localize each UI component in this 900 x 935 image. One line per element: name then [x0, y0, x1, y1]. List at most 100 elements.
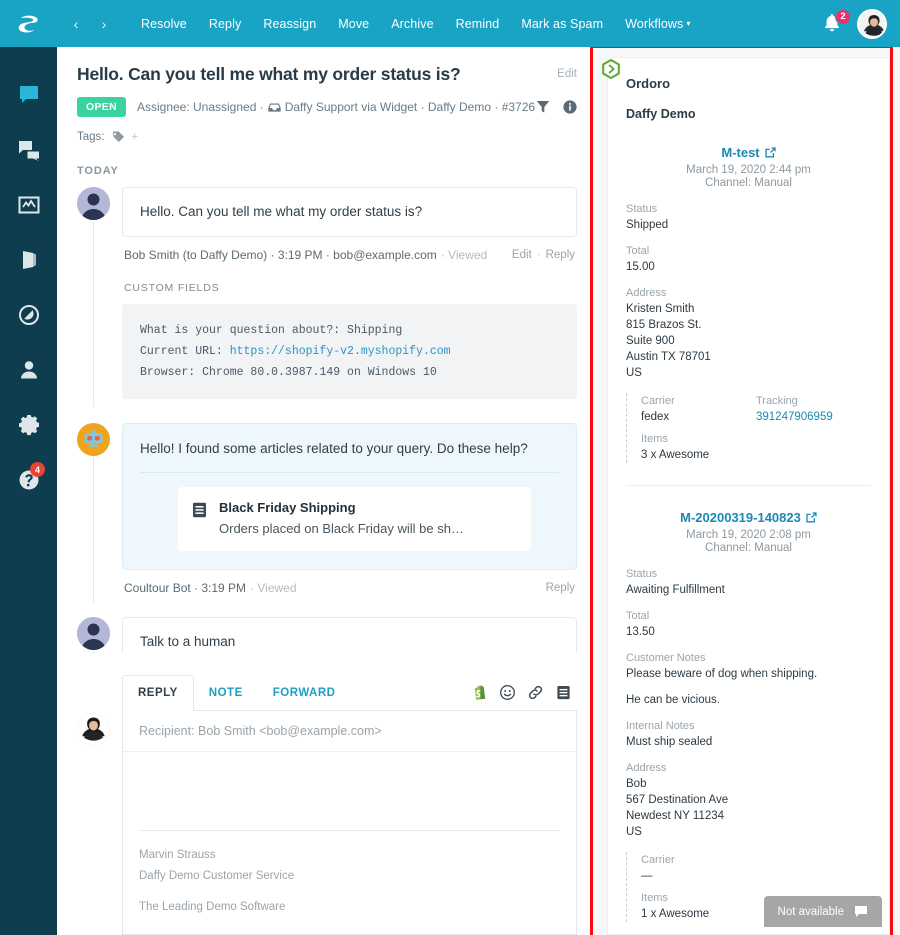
message-rail [77, 423, 111, 603]
edit-message-link[interactable]: Edit [512, 249, 532, 261]
remind-button[interactable]: Remind [446, 11, 510, 37]
sidebar-item-conversations[interactable] [0, 122, 57, 177]
inbox-icon [268, 102, 281, 112]
customer-avatar[interactable] [77, 187, 110, 220]
sidebar-item-beacon[interactable] [0, 287, 57, 342]
chat-widget-button[interactable]: Not available [763, 896, 882, 927]
order-id-link[interactable]: M-20200319-140823 [626, 510, 871, 525]
order-id-link[interactable]: M-test [626, 145, 871, 160]
link-icon[interactable] [528, 685, 543, 700]
reply-button[interactable]: Reply [199, 11, 251, 37]
shopify-icon[interactable] [472, 685, 487, 701]
next-conversation-button[interactable]: › [91, 10, 117, 38]
chat-bubble-icon [19, 85, 38, 103]
composer-wrap: REPLY NOTE FORWARD Recipient: Bob Smith … [57, 653, 597, 935]
message-footer: Bob Smith (to Daffy Demo) · 3:19 PM · bo… [122, 237, 577, 262]
edit-subject-link[interactable]: Edit [557, 64, 577, 80]
saved-reply-icon[interactable] [556, 685, 571, 700]
tab-reply[interactable]: REPLY [122, 675, 194, 712]
tab-note[interactable]: NOTE [194, 676, 258, 710]
workflows-menu[interactable]: Workflows ▾ [615, 11, 700, 37]
tracking-number-link[interactable]: 391247906959 [756, 411, 871, 423]
carrier-label: Carrier [641, 854, 675, 866]
bot-message-bubble: Hello! I found some articles related to … [122, 423, 577, 570]
message-author: Bob Smith (to Daffy Demo) · 3:19 PM · bo… [124, 247, 437, 262]
recipient-field[interactable]: Recipient: Bob Smith <bob@example.com> [123, 711, 576, 753]
address-line: 815 Brazos St. [626, 319, 702, 331]
tab-forward[interactable]: FORWARD [258, 676, 351, 710]
message-actions: Edit · Reply [512, 249, 575, 261]
avatar-photo-icon [859, 10, 885, 37]
order-field: Total 15.00 [626, 245, 871, 273]
sidebar-item-settings[interactable] [0, 397, 57, 452]
conversation-header: Hello. Can you tell me what my order sta… [57, 47, 597, 143]
message-author: Coultour Bot · 3:19 PM [124, 580, 247, 595]
assignee-text: Assignee: Unassigned · [136, 100, 264, 114]
tag-icon[interactable] [112, 130, 125, 143]
help-badge: 4 [30, 462, 45, 477]
workflows-label: Workflows [625, 16, 684, 31]
user-avatar[interactable] [857, 8, 887, 39]
composer-avatar-rail [77, 675, 111, 935]
chat-widget-label: Not available [777, 905, 844, 918]
order-channel: Channel: Manual [705, 542, 792, 554]
order-block: M-test March 19, 2020 2:44 pm Channel: M… [626, 145, 871, 486]
emoji-icon[interactable] [500, 685, 515, 701]
sidebar-item-customers[interactable] [0, 342, 57, 397]
reply-message-link[interactable]: Reply [546, 249, 575, 261]
avatar-silhouette-icon [77, 616, 110, 650]
message-thread: TODAY Hello. Can you tell me what my ord… [57, 143, 597, 654]
customer-avatar[interactable] [77, 616, 110, 650]
field-label: Status [626, 568, 658, 580]
address-line: Bob [626, 778, 647, 790]
info-icon[interactable] [563, 100, 577, 114]
custom-field-row: Current URL: https://shopify-v2.myshopif… [140, 341, 559, 362]
items-row: Items 3 x Awesome [641, 433, 871, 461]
toolbar-right: 2 [823, 8, 900, 39]
current-url-link[interactable]: https://shopify-v2.myshopify.com [230, 345, 451, 358]
address-line: Austin TX 78701 [626, 351, 711, 363]
carrier-value: — [641, 870, 653, 882]
app-name: Ordoro [626, 76, 671, 91]
archive-button[interactable]: Archive [381, 11, 443, 37]
signature-line: The Leading Demo Software [139, 900, 286, 913]
order-field: Customer Notes Please beware of dog when… [626, 652, 871, 680]
filter-icon[interactable] [536, 100, 550, 114]
external-link-icon [764, 147, 776, 158]
custom-fields-box: What is your question about?: Shipping C… [122, 303, 577, 400]
conversations-icon [18, 140, 39, 161]
move-button[interactable]: Move [328, 11, 379, 37]
field-value: Awaiting Fulfillment [626, 584, 725, 596]
status-badge[interactable]: OPEN [77, 97, 126, 117]
nav-arrows: ‹ › [63, 10, 117, 38]
mark-as-spam-button[interactable]: Mark as Spam [511, 11, 613, 37]
add-tag-button[interactable]: + [132, 131, 138, 143]
sidebar-item-docs[interactable] [0, 232, 57, 287]
sidebar-item-help[interactable]: 4 [0, 452, 57, 507]
notifications-button[interactable]: 2 [823, 8, 851, 35]
order-date: March 19, 2020 2:08 pm [686, 529, 811, 541]
reply-message-link[interactable]: Reply [546, 582, 575, 594]
conversation-pane: Hello. Can you tell me what my order sta… [57, 47, 597, 935]
message-footer: Coultour Bot · 3:19 PM · Viewed Reply [122, 570, 577, 595]
custom-field-value: Shipping [347, 323, 403, 337]
reply-textarea[interactable] [123, 752, 576, 830]
conversation-title-row: Hello. Can you tell me what my order sta… [77, 64, 577, 85]
suggested-article-card[interactable]: Black Friday Shipping Orders placed on B… [178, 486, 531, 551]
tracking-label: Tracking [756, 395, 798, 407]
prev-conversation-button[interactable]: ‹ [63, 10, 89, 38]
sidebar-app-panel: Ordoro Daffy Demo M-test March 19, 2020 … [597, 47, 900, 935]
hexagon-chevron-icon[interactable] [601, 59, 621, 79]
address-label: Address [626, 762, 667, 774]
bot-avatar[interactable] [77, 423, 110, 457]
app-logo[interactable] [0, 15, 57, 33]
resolve-button[interactable]: Resolve [131, 11, 197, 37]
sidebar-item-reports[interactable] [0, 177, 57, 232]
app-root: ‹ › Resolve Reply Reassign Move Archive … [0, 0, 900, 935]
top-toolbar: ‹ › Resolve Reply Reassign Move Archive … [0, 0, 900, 47]
order-divider [626, 485, 871, 486]
sidebar-item-inbox[interactable] [0, 67, 57, 122]
docs-book-icon [22, 250, 36, 269]
reassign-button[interactable]: Reassign [253, 11, 326, 37]
shipment-subblock: Carrier fedex Tracking 391247906959 Item… [626, 393, 871, 463]
